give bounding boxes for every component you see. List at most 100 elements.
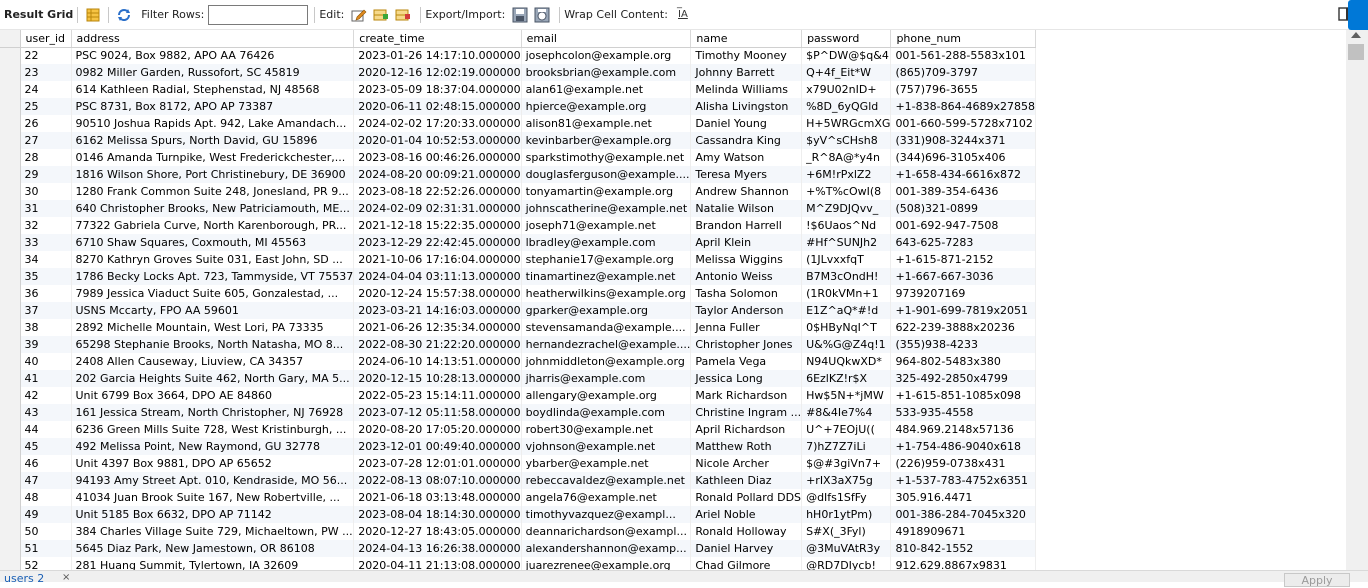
- cell-email[interactable]: hernandezrachel@example....: [521, 336, 692, 353]
- cell-email[interactable]: tinamartinez@example.net: [521, 268, 692, 285]
- export-icon[interactable]: [511, 6, 529, 24]
- cell-email[interactable]: tonyamartin@example.org: [521, 183, 692, 200]
- cell-phone-num[interactable]: 001-660-599-5728x7102: [890, 115, 1037, 132]
- cell-address[interactable]: Unit 4397 Box 9881, DPO AP 65652: [71, 455, 355, 472]
- cell-create-time[interactable]: 2024-04-04 03:11:13.000000: [353, 268, 522, 285]
- cell-email[interactable]: allengary@example.org: [521, 387, 692, 404]
- cell-phone-num[interactable]: (865)709-3797: [890, 64, 1037, 81]
- row-gutter[interactable]: [0, 47, 21, 64]
- cell-user-id[interactable]: 40: [20, 353, 72, 370]
- row-gutter[interactable]: [0, 81, 21, 98]
- cell-name[interactable]: Timothy Mooney: [690, 47, 803, 64]
- cell-address[interactable]: 6236 Green Mills Suite 728, West Kristin…: [71, 421, 355, 438]
- cell-email[interactable]: jharris@example.com: [521, 370, 692, 387]
- cell-password[interactable]: +%T%cOwI(8: [801, 183, 892, 200]
- apply-button[interactable]: Apply: [1284, 573, 1350, 587]
- cell-email[interactable]: juarezrenee@example.org: [521, 557, 692, 570]
- cell-user-id[interactable]: 48: [20, 489, 72, 506]
- cell-address[interactable]: 2892 Michelle Mountain, West Lori, PA 73…: [71, 319, 355, 336]
- row-gutter[interactable]: [0, 115, 21, 132]
- table-row[interactable]: 31 640 Christopher Brooks, New Patriciamo…: [0, 200, 1037, 217]
- row-gutter[interactable]: [0, 557, 21, 570]
- cell-password[interactable]: 0$HByNqI^T: [801, 319, 892, 336]
- cell-address[interactable]: 640 Christopher Brooks, New Patriciamout…: [71, 200, 355, 217]
- cell-address[interactable]: 8270 Kathryn Groves Suite 031, East John…: [71, 251, 355, 268]
- cell-password[interactable]: B7M3cOndH!: [801, 268, 892, 285]
- cell-email[interactable]: joseph71@example.net: [521, 217, 692, 234]
- column-header-user-id[interactable]: user_id: [20, 30, 72, 48]
- cell-address[interactable]: 202 Garcia Heights Suite 462, North Gary…: [71, 370, 355, 387]
- cell-create-time[interactable]: 2024-08-20 00:09:21.000000: [353, 166, 522, 183]
- cell-address[interactable]: 384 Charles Village Suite 729, Michaelto…: [71, 523, 355, 540]
- cell-name[interactable]: Antonio Weiss: [690, 268, 803, 285]
- side-panel-tab[interactable]: [1348, 0, 1368, 30]
- cell-email[interactable]: lbradley@example.com: [521, 234, 692, 251]
- cell-name[interactable]: Chad Gilmore: [690, 557, 803, 570]
- row-gutter[interactable]: [0, 319, 21, 336]
- cell-name[interactable]: April Richardson: [690, 421, 803, 438]
- cell-password[interactable]: E1Z^aQ*#!d: [801, 302, 892, 319]
- scroll-up-icon[interactable]: [1351, 32, 1361, 38]
- cell-address[interactable]: 614 Kathleen Radial, Stephenstad, NJ 485…: [71, 81, 355, 98]
- cell-phone-num[interactable]: (355)938-4233: [890, 336, 1037, 353]
- import-icon[interactable]: [533, 6, 551, 24]
- cell-phone-num[interactable]: 964-802-5483x380: [890, 353, 1037, 370]
- cell-phone-num[interactable]: (344)696-3105x406: [890, 149, 1037, 166]
- row-gutter[interactable]: [0, 404, 21, 421]
- cell-phone-num[interactable]: +1-615-871-2152: [890, 251, 1037, 268]
- table-row[interactable]: 34 8270 Kathryn Groves Suite 031, East Jo…: [0, 251, 1037, 268]
- cell-name[interactable]: Kathleen Diaz: [690, 472, 803, 489]
- table-row[interactable]: 51 5645 Diaz Park, New Jamestown, OR 8610…: [0, 540, 1037, 557]
- cell-password[interactable]: N94UQkwXD*: [801, 353, 892, 370]
- cell-address[interactable]: 77322 Gabriela Curve, North Karenborough…: [71, 217, 355, 234]
- table-row[interactable]: 42 Unit 6799 Box 3664, DPO AE 84860 2022-0…: [0, 387, 1037, 404]
- cell-password[interactable]: !$6Uaos^Nd: [801, 217, 892, 234]
- cell-user-id[interactable]: 52: [20, 557, 72, 570]
- cell-password[interactable]: U^+7EOjU((: [801, 421, 892, 438]
- cell-name[interactable]: Ronald Holloway: [690, 523, 803, 540]
- table-row[interactable]: 40 2408 Allen Causeway, Liuview, CA 34357…: [0, 353, 1037, 370]
- cell-phone-num[interactable]: 912.629.8867x9831: [890, 557, 1037, 570]
- cell-password[interactable]: @RD7DIycb!: [801, 557, 892, 570]
- grid-view-icon[interactable]: [84, 6, 102, 24]
- cell-create-time[interactable]: 2020-01-04 10:52:53.000000: [353, 132, 522, 149]
- cell-email[interactable]: kevinbarber@example.org: [521, 132, 692, 149]
- cell-name[interactable]: Christine Ingram ...: [690, 404, 803, 421]
- cell-password[interactable]: x79U02nID+: [801, 81, 892, 98]
- cell-address[interactable]: 41034 Juan Brook Suite 167, New Robertvi…: [71, 489, 355, 506]
- table-row[interactable]: 41 202 Garcia Heights Suite 462, North Ga…: [0, 370, 1037, 387]
- cell-user-id[interactable]: 24: [20, 81, 72, 98]
- cell-create-time[interactable]: 2022-05-23 15:14:11.000000: [353, 387, 522, 404]
- row-gutter[interactable]: [0, 523, 21, 540]
- cell-create-time[interactable]: 2023-08-18 22:52:26.000000: [353, 183, 522, 200]
- row-gutter[interactable]: [0, 302, 21, 319]
- cell-user-id[interactable]: 27: [20, 132, 72, 149]
- cell-create-time[interactable]: 2023-08-04 18:14:30.000000: [353, 506, 522, 523]
- cell-address[interactable]: 492 Melissa Point, New Raymond, GU 32778: [71, 438, 355, 455]
- cell-name[interactable]: Teresa Myers: [690, 166, 803, 183]
- cell-create-time[interactable]: 2020-12-15 10:28:13.000000: [353, 370, 522, 387]
- cell-phone-num[interactable]: 533-935-4558: [890, 404, 1037, 421]
- wrap-cell-icon[interactable]: I̅A: [674, 6, 692, 24]
- row-gutter[interactable]: [0, 472, 21, 489]
- cell-password[interactable]: (1JLvxxfqT: [801, 251, 892, 268]
- row-gutter[interactable]: [0, 268, 21, 285]
- cell-name[interactable]: Amy Watson: [690, 149, 803, 166]
- cell-name[interactable]: Natalie Wilson: [690, 200, 803, 217]
- row-gutter[interactable]: [0, 64, 21, 81]
- cell-password[interactable]: @3MuVAtR3y: [801, 540, 892, 557]
- scrollbar-thumb[interactable]: [1348, 44, 1364, 60]
- cell-email[interactable]: rebeccavaldez@example.net: [521, 472, 692, 489]
- row-gutter[interactable]: [0, 166, 21, 183]
- cell-email[interactable]: brooksbrian@example.com: [521, 64, 692, 81]
- table-row[interactable]: 48 41034 Juan Brook Suite 167, New Robert…: [0, 489, 1037, 506]
- cell-phone-num[interactable]: +1-537-783-4752x6351: [890, 472, 1037, 489]
- cell-user-id[interactable]: 50: [20, 523, 72, 540]
- table-row[interactable]: 45 492 Melissa Point, New Raymond, GU 327…: [0, 438, 1037, 455]
- cell-address[interactable]: 281 Huang Summit, Tylertown, IA 32609: [71, 557, 355, 570]
- row-gutter[interactable]: [0, 506, 21, 523]
- table-row[interactable]: 39 65298 Stephanie Brooks, North Natasha,…: [0, 336, 1037, 353]
- cell-phone-num[interactable]: 325-492-2850x4799: [890, 370, 1037, 387]
- cell-create-time[interactable]: 2023-07-12 05:11:58.000000: [353, 404, 522, 421]
- row-gutter[interactable]: [0, 336, 21, 353]
